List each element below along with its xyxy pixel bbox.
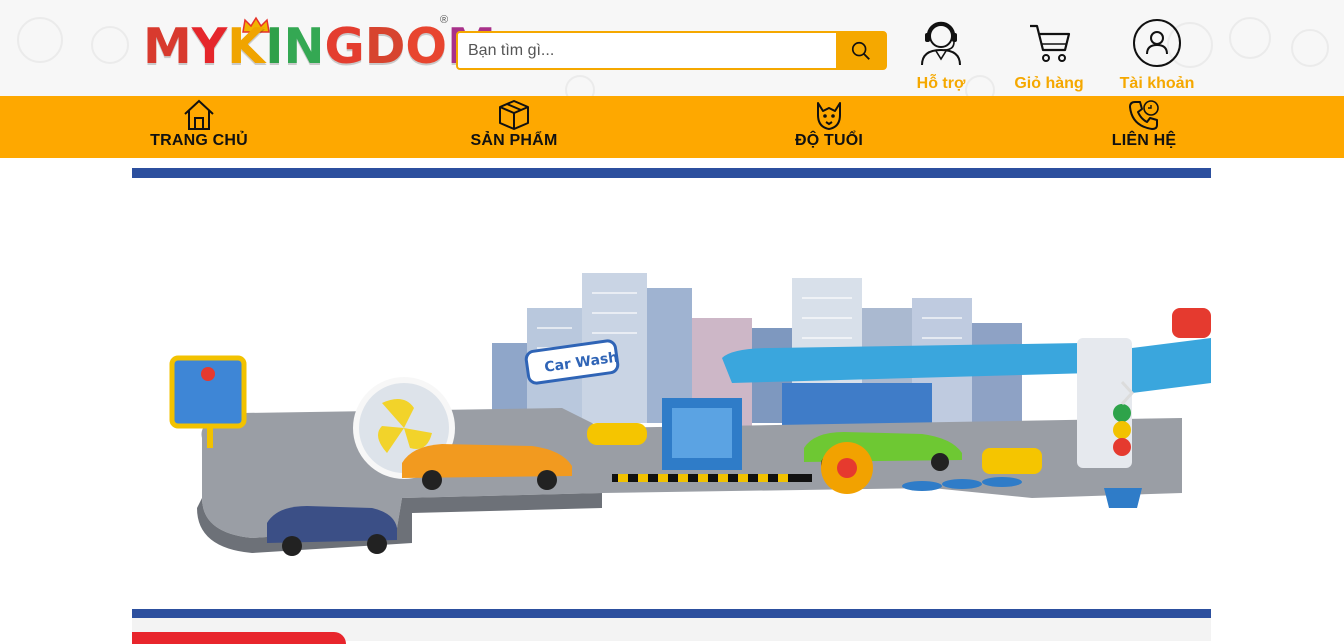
site-header: MYKINGDOM ® Hỗ trợ <box>0 0 1344 96</box>
box-icon <box>499 100 529 130</box>
support-button[interactable]: Hỗ trợ <box>896 18 986 93</box>
support-label: Hỗ trợ <box>916 75 966 92</box>
nav-label-products: SẢN PHẨM <box>470 132 558 149</box>
account-button[interactable]: Tài khoản <box>1112 18 1202 93</box>
dog-face-icon <box>817 102 841 130</box>
main-navigation: TRANG CHỦ SẢN PHẨM ĐỘ TUỔI LIÊN HỆ <box>0 96 1344 158</box>
nav-item-products[interactable]: SẢN PHẨM <box>444 96 584 158</box>
brand-logo[interactable]: MYKINGDOM ® <box>143 14 496 80</box>
nav-label-contact: LIÊN HỆ <box>1111 132 1177 149</box>
cart-label: Giỏ hàng <box>1014 75 1084 92</box>
search-input[interactable] <box>458 33 836 68</box>
section-header-tab <box>132 632 346 644</box>
chevron-right-icon[interactable] <box>1117 378 1137 408</box>
search-icon <box>851 41 870 60</box>
cart-button[interactable]: Giỏ hàng <box>1004 18 1094 93</box>
nav-item-contact[interactable]: LIÊN HỆ <box>1074 96 1214 158</box>
nav-label-age: ĐỘ TUỔI <box>794 132 864 149</box>
banner-bottom-bar <box>132 609 1211 618</box>
home-icon <box>184 99 214 130</box>
phone-icon <box>1129 100 1159 130</box>
nav-item-home[interactable]: TRANG CHỦ <box>129 96 269 158</box>
nav-item-age[interactable]: ĐỘ TUỔI <box>759 96 899 158</box>
search-bar <box>456 31 887 70</box>
toy-car-wash-city-playset: Car Wash <box>169 273 1211 556</box>
nav-label-home: TRANG CHỦ <box>150 132 248 149</box>
account-icon <box>1133 19 1181 67</box>
search-button[interactable] <box>836 33 885 68</box>
hero-banner[interactable]: Car Wash <box>132 168 1211 618</box>
support-agent-icon <box>921 21 961 66</box>
registered-mark: ® <box>440 14 449 26</box>
cart-icon <box>1030 24 1071 62</box>
account-label: Tài khoản <box>1119 75 1195 92</box>
